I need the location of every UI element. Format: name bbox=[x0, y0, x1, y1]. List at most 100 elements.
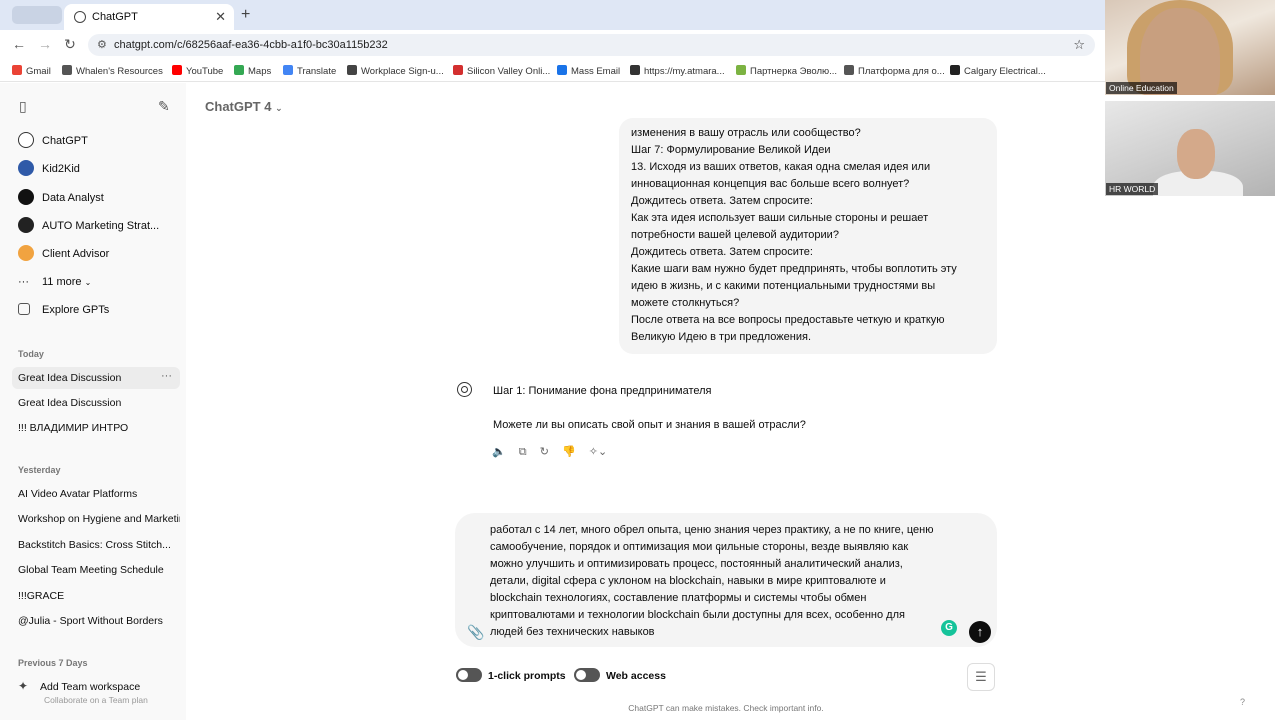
text-cursor-icon: I bbox=[718, 545, 722, 557]
user-message-line: можете столкнуться? bbox=[631, 297, 740, 309]
bookmarks-bar: Gmail Whalen's Resources YouTube Maps Tr… bbox=[0, 60, 1105, 82]
silicon-valley-icon bbox=[453, 65, 463, 75]
sidebar-gpt-auto-marketing[interactable]: AUTO Marketing Strat... bbox=[18, 217, 159, 234]
chatgpt-favicon-icon bbox=[74, 11, 86, 23]
sliders-icon: ☰ bbox=[975, 669, 987, 684]
read-aloud-icon[interactable]: 🔈 bbox=[492, 445, 506, 458]
bookmark-star-icon[interactable]: ☆ bbox=[1073, 34, 1085, 56]
sidebar-gpt-client-advisor[interactable]: Client Advisor bbox=[18, 245, 109, 262]
sidebar-explore-gpts[interactable]: Explore GPTs bbox=[18, 302, 109, 318]
auto-marketing-avatar bbox=[18, 217, 34, 233]
bookmark-youtube[interactable]: YouTube bbox=[172, 65, 223, 77]
section-previous-7-days: Previous 7 Days bbox=[18, 658, 88, 668]
composer-text-line: самообучение, порядок и оптимизация мои … bbox=[490, 541, 909, 553]
history-item[interactable]: @Julia - Sport Without Borders bbox=[18, 615, 180, 627]
chevron-down-icon: ⌄ bbox=[84, 278, 92, 287]
copy-icon[interactable]: ⧉ bbox=[519, 446, 527, 459]
kid2kid-avatar bbox=[18, 160, 34, 176]
composer-text-line: людей без технических навыков bbox=[490, 626, 655, 638]
user-message-line: идею в жизнь, и с какими потенциальными … bbox=[631, 280, 936, 292]
grid-icon bbox=[18, 303, 30, 315]
sidebar-toggle-icon[interactable]: ▯ bbox=[19, 98, 27, 115]
tab-title: ChatGPT bbox=[92, 11, 138, 23]
user-message-line: Дождитесь ответа. Затем спросите: bbox=[631, 195, 813, 207]
sidebar-gpt-data-analyst[interactable]: Data Analyst bbox=[18, 189, 104, 206]
assistant-logo-icon bbox=[457, 382, 472, 397]
model-selector[interactable]: ChatGPT 4 ⌄ bbox=[205, 99, 283, 114]
user-message-line: Как эта идея использует ваши сильные сто… bbox=[631, 212, 929, 224]
toggle-switch[interactable] bbox=[456, 668, 482, 682]
translate-icon bbox=[283, 65, 293, 75]
disclaimer-text: ChatGPT can make mistakes. Check importa… bbox=[628, 703, 824, 713]
history-item[interactable]: !!!GRACE bbox=[18, 590, 180, 602]
history-item[interactable]: Global Team Meeting Schedule bbox=[18, 564, 180, 576]
thumbs-down-icon[interactable]: 👎 bbox=[562, 445, 576, 458]
sidebar-gpt-kid2kid[interactable]: Kid2Kid bbox=[18, 160, 80, 177]
user-message-line: После ответа на все вопросы предоставьте… bbox=[631, 314, 945, 326]
new-chat-icon[interactable]: ✎ bbox=[158, 98, 170, 115]
sidebar-gpt-chatgpt[interactable]: ChatGPT bbox=[18, 132, 88, 149]
forward-arrow-icon[interactable]: → bbox=[36, 36, 54, 52]
url-field[interactable]: ⚙ chatgpt.com/c/68256aaf-ea36-4cbb-a1f0-… bbox=[88, 34, 1095, 56]
toggle-switch[interactable] bbox=[574, 668, 600, 682]
more-options-icon[interactable]: ··· bbox=[161, 370, 172, 382]
window-switcher-button[interactable] bbox=[12, 6, 62, 24]
grammarly-icon[interactable]: G bbox=[941, 620, 957, 636]
user-message-line: Дождитесь ответа. Затем спросите: bbox=[631, 246, 813, 258]
bookmark-translate[interactable]: Translate bbox=[283, 65, 336, 77]
video-tile-hr-world: HR WORLD bbox=[1105, 101, 1275, 196]
composer-text-line: работал с 14 лет, много обрел опыта, цен… bbox=[490, 524, 934, 536]
send-button[interactable]: ↑ bbox=[969, 621, 991, 643]
bookmark-silicon-valley[interactable]: Silicon Valley Onli... bbox=[453, 65, 550, 77]
bookmark-mass-email[interactable]: Mass Email bbox=[557, 65, 620, 77]
section-yesterday: Yesterday bbox=[18, 465, 61, 475]
help-button[interactable]: ? bbox=[1240, 697, 1245, 707]
user-message-line: изменения в вашу отрасль или сообщество? bbox=[631, 127, 861, 139]
history-item[interactable]: !!! ВЛАДИМИР ИНТРО bbox=[18, 422, 180, 434]
sidebar-more-gpts[interactable]: ··· 11 more ⌄ bbox=[18, 274, 91, 291]
bookmark-workplace[interactable]: Workplace Sign-u... bbox=[347, 65, 444, 77]
close-tab-icon[interactable]: ✕ bbox=[215, 4, 226, 30]
whalens-icon bbox=[62, 65, 72, 75]
bookmark-whalens[interactable]: Whalen's Resources bbox=[62, 65, 163, 77]
reload-icon[interactable]: ↻ bbox=[61, 36, 79, 53]
gmail-icon bbox=[12, 65, 22, 75]
toggle-1-click-prompts[interactable]: 1-click prompts bbox=[456, 668, 566, 682]
site-info-icon[interactable]: ⚙ bbox=[97, 34, 107, 56]
youtube-icon bbox=[172, 65, 182, 75]
new-tab-button[interactable]: + bbox=[241, 4, 250, 26]
bookmark-maps[interactable]: Maps bbox=[234, 65, 271, 77]
composer-settings-button[interactable]: ☰ bbox=[967, 663, 995, 691]
add-team-workspace[interactable]: ✦ Add Team workspace Collaborate on a Tea… bbox=[18, 679, 148, 705]
sidebar: ▯ ✎ ChatGPT Kid2Kid Data Analyst AUTO Ma… bbox=[0, 83, 186, 720]
browser-tab-bar: ChatGPT ✕ + bbox=[0, 0, 1105, 30]
calgary-icon bbox=[950, 65, 960, 75]
assistant-message-line: Можете ли вы описать свой опыт и знания … bbox=[493, 419, 806, 431]
toggle-web-access[interactable]: Web access bbox=[574, 668, 666, 682]
bookmark-calgary[interactable]: Calgary Electrical... bbox=[950, 65, 1046, 77]
history-item[interactable]: Backstitch Basics: Cross Stitch... bbox=[18, 539, 180, 551]
user-message-line: Какие шаги вам нужно будет предпринять, … bbox=[631, 263, 957, 275]
history-item[interactable]: Workshop on Hygiene and Marketing bbox=[18, 513, 180, 525]
bookmark-atmara[interactable]: https://my.atmara... bbox=[630, 65, 725, 77]
attach-paperclip-icon[interactable]: 📎 bbox=[467, 624, 484, 641]
user-message-line: потребности вашей целевой аудитории? bbox=[631, 229, 839, 241]
bookmark-gmail[interactable]: Gmail bbox=[12, 65, 51, 77]
user-message-line: 13. Исходя из ваших ответов, какая одна … bbox=[631, 161, 931, 173]
history-item-active[interactable]: Great Idea Discussion ··· bbox=[12, 367, 180, 389]
browser-tab-chatgpt[interactable]: ChatGPT ✕ bbox=[64, 4, 234, 30]
mass-email-icon bbox=[557, 65, 567, 75]
regenerate-icon[interactable]: ↻ bbox=[540, 445, 549, 458]
url-text: chatgpt.com/c/68256aaf-ea36-4cbb-a1f0-bc… bbox=[114, 39, 388, 51]
back-arrow-icon[interactable]: ← bbox=[10, 36, 28, 52]
history-item[interactable]: Great Idea Discussion bbox=[18, 397, 180, 409]
address-bar-row: ← → ↻ ⚙ chatgpt.com/c/68256aaf-ea36-4cbb… bbox=[0, 30, 1105, 60]
video-tile-online-education: Online Education bbox=[1105, 0, 1275, 95]
history-item[interactable]: AI Video Avatar Platforms bbox=[18, 488, 180, 500]
bookmark-platforma[interactable]: Платформа для о... bbox=[844, 65, 945, 77]
sparkle-menu-icon[interactable]: ✧⌄ bbox=[589, 445, 607, 458]
message-actions: 🔈 ⧉ ↻ 👎 ✧⌄ bbox=[492, 445, 617, 459]
bookmark-partnerka[interactable]: Партнерка Эволю... bbox=[736, 65, 837, 77]
participant-avatar bbox=[1177, 129, 1215, 179]
maps-pin-icon bbox=[234, 65, 244, 75]
